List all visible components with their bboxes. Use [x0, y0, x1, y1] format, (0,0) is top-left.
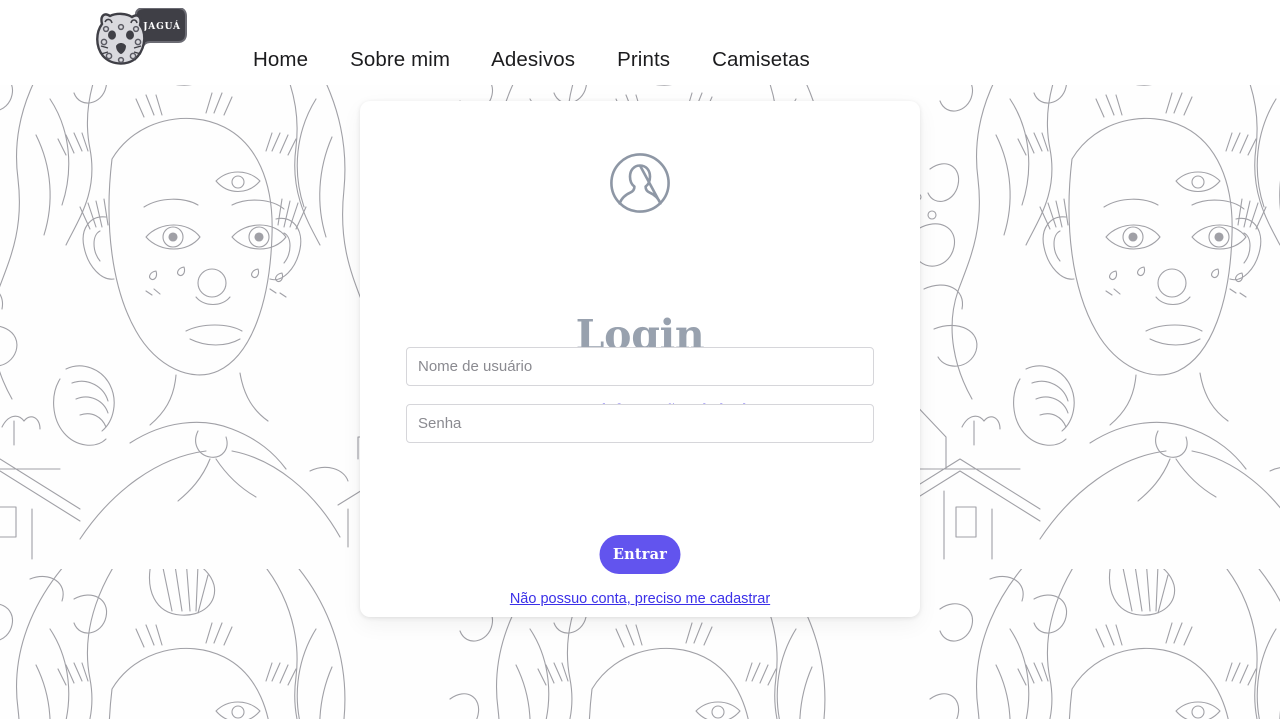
nav-item-camisetas[interactable]: Camisetas — [712, 46, 810, 74]
password-input[interactable] — [406, 404, 874, 443]
background-tile — [900, 569, 1280, 719]
page-root: JAGUÁ Home Sobre mim Adesivos Prints Cam… — [0, 0, 1280, 719]
entrar-submit-button[interactable]: Entrar — [599, 535, 681, 574]
background-tile — [0, 85, 420, 569]
background-tile — [0, 569, 420, 719]
site-logo[interactable]: JAGUÁ — [92, 8, 188, 70]
username-input[interactable] — [406, 347, 874, 386]
logo-wordmark: JAGUÁ — [142, 20, 181, 32]
signup-link[interactable]: Não possuo conta, preciso me cadastrar — [360, 590, 920, 609]
site-header: JAGUÁ Home Sobre mim Adesivos Prints Cam… — [0, 0, 1280, 85]
nav-item-sobre-mim[interactable]: Sobre mim — [350, 46, 450, 74]
background-tile — [900, 85, 1280, 569]
main-navigation: Home Sobre mim Adesivos Prints Camisetas — [253, 46, 810, 74]
user-circle-icon — [609, 152, 671, 214]
login-card: Login Entre suas informações de login: E… — [360, 101, 920, 617]
nav-item-home[interactable]: Home — [253, 46, 308, 74]
nav-item-prints[interactable]: Prints — [617, 46, 670, 74]
nav-item-adesivos[interactable]: Adesivos — [491, 46, 575, 74]
